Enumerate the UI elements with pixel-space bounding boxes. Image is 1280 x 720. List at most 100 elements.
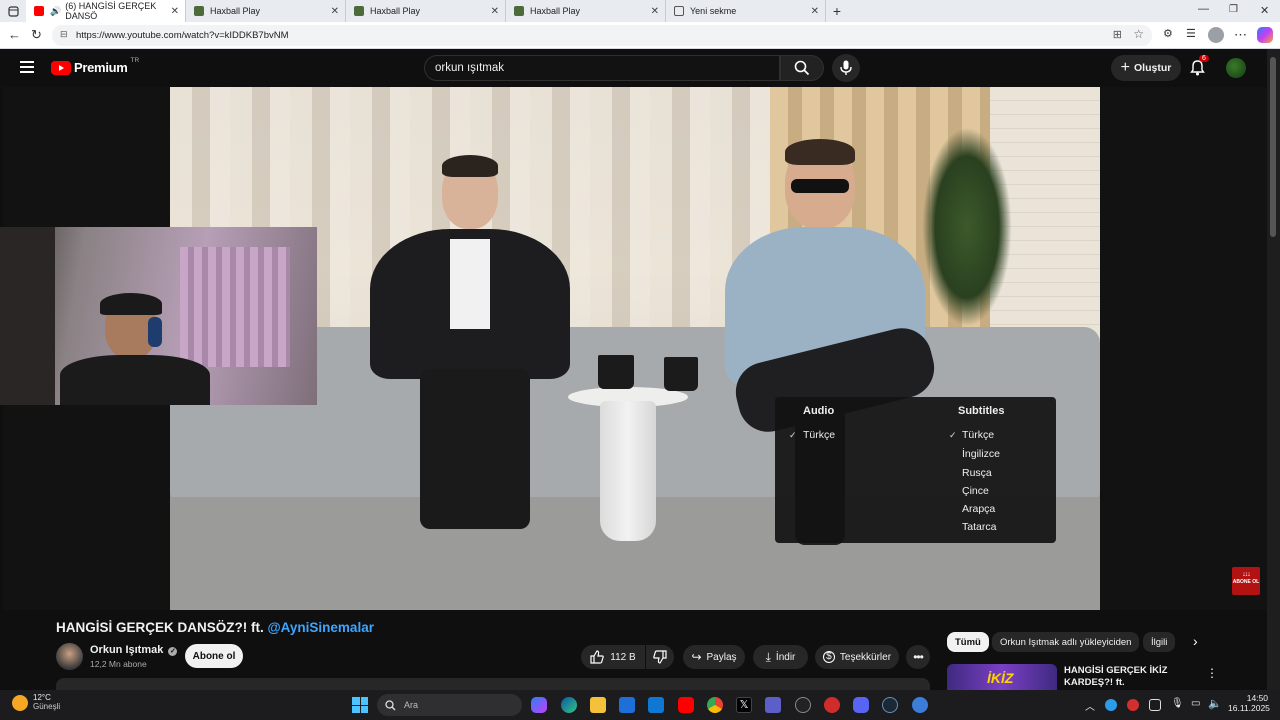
like-count: 112 B bbox=[610, 651, 636, 663]
subtitle-option-english[interactable]: İngilizce bbox=[962, 448, 1000, 460]
copilot-app-icon[interactable] bbox=[531, 697, 547, 713]
speaker-icon[interactable]: 🔊 bbox=[50, 6, 61, 17]
download-icon: ⤓ bbox=[765, 649, 771, 664]
tray-icon-2[interactable] bbox=[1127, 699, 1139, 711]
discord-app-icon[interactable] bbox=[853, 697, 869, 713]
tab-haxball-1[interactable]: Haxball Play ✕ bbox=[186, 0, 346, 22]
recommendation-title[interactable]: HANGİSİ GERÇEK İKİZ KARDEŞ?! ft. bbox=[1064, 665, 1194, 690]
create-button[interactable]: + Oluştur bbox=[1111, 55, 1181, 81]
tray-chevron-icon[interactable]: ︿ bbox=[1085, 698, 1095, 713]
outlook-app-icon[interactable] bbox=[648, 697, 664, 713]
copilot-icon[interactable] bbox=[1257, 27, 1273, 43]
search-input[interactable]: orkun ışıtmak bbox=[424, 55, 780, 81]
chip-related[interactable]: İlgili bbox=[1143, 632, 1176, 652]
favorite-star-icon[interactable]: ☆ bbox=[1133, 27, 1144, 41]
close-tab-icon[interactable]: ✕ bbox=[491, 6, 499, 17]
chevron-right-icon[interactable]: › bbox=[1193, 633, 1198, 649]
close-tab-icon[interactable]: ✕ bbox=[331, 6, 339, 17]
notifications-button[interactable]: 6 bbox=[1190, 55, 1209, 76]
network-tool-icon[interactable] bbox=[912, 697, 928, 713]
url-text: https://www.youtube.com/watch?v=kIDDKB7b… bbox=[76, 30, 289, 41]
hamburger-menu-icon[interactable] bbox=[20, 61, 34, 73]
volume-tray-icon[interactable]: 🔈 bbox=[1208, 697, 1222, 710]
extensions-icon[interactable]: ⚙ bbox=[1163, 27, 1173, 40]
account-avatar[interactable] bbox=[1226, 58, 1246, 78]
subscribe-watermark[interactable]: ↓↓↓ ABONE OL bbox=[1232, 567, 1260, 595]
tray-icon-1[interactable] bbox=[1105, 699, 1117, 711]
tab-label: Yeni sekme bbox=[690, 6, 737, 16]
mention-link[interactable]: @AyniSinemalar bbox=[268, 620, 374, 635]
back-icon[interactable]: ← bbox=[8, 27, 21, 42]
close-window-button[interactable]: ✕ bbox=[1260, 4, 1269, 17]
recommendation-menu-icon[interactable]: ⋮ bbox=[1206, 666, 1218, 680]
video-player[interactable]: Audio Subtitles ✓ Türkçe ✓ Türkçe İngili… bbox=[0, 87, 1267, 610]
audio-header: Audio bbox=[803, 405, 835, 417]
share-button[interactable]: ↪ Paylaş bbox=[683, 645, 745, 669]
url-field[interactable]: ⊟ https://www.youtube.com/watch?v=kIDDKB… bbox=[52, 25, 1152, 46]
microphone-tray-icon[interactable]: 🎙 bbox=[1171, 698, 1184, 709]
tab-actions-icon[interactable] bbox=[0, 0, 26, 22]
channel-name-text: Orkun Işıtmak bbox=[90, 644, 164, 656]
close-tab-icon[interactable]: ✕ bbox=[171, 6, 179, 17]
subtitle-option-russian[interactable]: Rusça bbox=[962, 467, 992, 479]
chip-all[interactable]: Tümü bbox=[947, 632, 989, 652]
more-menu-icon[interactable]: ⋯ bbox=[1234, 27, 1247, 43]
tab-haxball-3[interactable]: Haxball Play ✕ bbox=[506, 0, 666, 22]
clock[interactable]: 14:50 16.11.2025 bbox=[1228, 693, 1270, 714]
more-actions-button[interactable]: ••• bbox=[906, 645, 930, 669]
reload-icon[interactable]: ↻ bbox=[31, 27, 42, 43]
page-scrollbar[interactable] bbox=[1267, 49, 1280, 690]
scrollbar-thumb[interactable] bbox=[1270, 57, 1276, 237]
download-button[interactable]: ⤓ İndir bbox=[753, 645, 808, 669]
edge-app-icon[interactable] bbox=[561, 697, 577, 713]
like-button[interactable]: 112 B bbox=[581, 645, 645, 669]
github-app-icon[interactable] bbox=[795, 697, 811, 713]
logo-text: Premium bbox=[74, 60, 128, 75]
tab-haxball-2[interactable]: Haxball Play ✕ bbox=[346, 0, 506, 22]
reader-icon[interactable]: ⊞ bbox=[1113, 28, 1122, 41]
network-tray-icon[interactable]: ▭ bbox=[1191, 698, 1200, 709]
streamer bbox=[60, 293, 210, 405]
profile-avatar[interactable] bbox=[1208, 27, 1224, 43]
taskbar-search[interactable]: Ara bbox=[377, 694, 522, 716]
maximize-button[interactable]: ❐ bbox=[1229, 4, 1238, 15]
recommendation-thumbnail[interactable]: İKİZ bbox=[947, 664, 1057, 690]
minimize-button[interactable]: — bbox=[1198, 3, 1209, 15]
voice-search-button[interactable] bbox=[832, 54, 860, 82]
chip-uploader[interactable]: Orkun Işıtmak adlı yükleyiciden bbox=[992, 632, 1140, 652]
subtitle-option-tatar[interactable]: Tatarca bbox=[962, 521, 996, 533]
verified-icon: ✓ bbox=[168, 647, 178, 656]
tray-icon-3[interactable] bbox=[1149, 699, 1161, 711]
subtitle-option-chinese[interactable]: Çince bbox=[962, 485, 989, 497]
store-app-icon[interactable] bbox=[619, 697, 635, 713]
start-button[interactable] bbox=[352, 697, 368, 713]
dislike-button[interactable] bbox=[646, 645, 674, 669]
close-tab-icon[interactable]: ✕ bbox=[651, 6, 659, 17]
chip-label: Orkun Işıtmak adlı yükleyiciden bbox=[1000, 636, 1132, 648]
new-tab-button[interactable]: + bbox=[826, 3, 848, 19]
favorites-icon[interactable]: ☰ bbox=[1186, 27, 1196, 40]
tab-new[interactable]: Yeni sekme ✕ bbox=[666, 0, 826, 22]
subscribe-button[interactable]: Abone ol bbox=[185, 644, 243, 668]
file-explorer-icon[interactable] bbox=[590, 697, 606, 713]
video-title: HANGİSİ GERÇEK DANSÖZ?! ft. @AyniSinemal… bbox=[56, 620, 374, 635]
channel-avatar[interactable] bbox=[56, 643, 83, 670]
x-app-icon[interactable]: 𝕏 bbox=[736, 697, 752, 713]
youtube-logo[interactable]: Premium TR bbox=[51, 57, 139, 75]
subtitle-option-arabic[interactable]: Arapça bbox=[962, 503, 995, 515]
new-tab-favicon-icon bbox=[674, 6, 684, 16]
close-tab-icon[interactable]: ✕ bbox=[811, 6, 819, 17]
search-button[interactable] bbox=[780, 55, 824, 81]
thanks-icon: $ bbox=[822, 651, 835, 663]
site-info-icon[interactable]: ⊟ bbox=[60, 29, 68, 40]
teams-app-icon[interactable] bbox=[765, 697, 781, 713]
channel-name[interactable]: Orkun Işıtmak ✓ bbox=[90, 644, 178, 656]
youtube-app-icon[interactable] bbox=[678, 697, 694, 713]
thanks-button[interactable]: $ Teşekkürler bbox=[815, 645, 899, 669]
weather-widget[interactable]: 12°C Güneşli bbox=[12, 693, 60, 712]
red-app-icon[interactable] bbox=[824, 697, 840, 713]
tab-youtube[interactable]: 🔊 (6) HANGİSİ GERÇEK DANSÖ ✕ bbox=[26, 0, 186, 22]
chrome-app-icon[interactable] bbox=[707, 697, 723, 713]
address-bar: ← ↻ ⊟ https://www.youtube.com/watch?v=kI… bbox=[0, 22, 1280, 49]
steam-app-icon[interactable] bbox=[882, 697, 898, 713]
